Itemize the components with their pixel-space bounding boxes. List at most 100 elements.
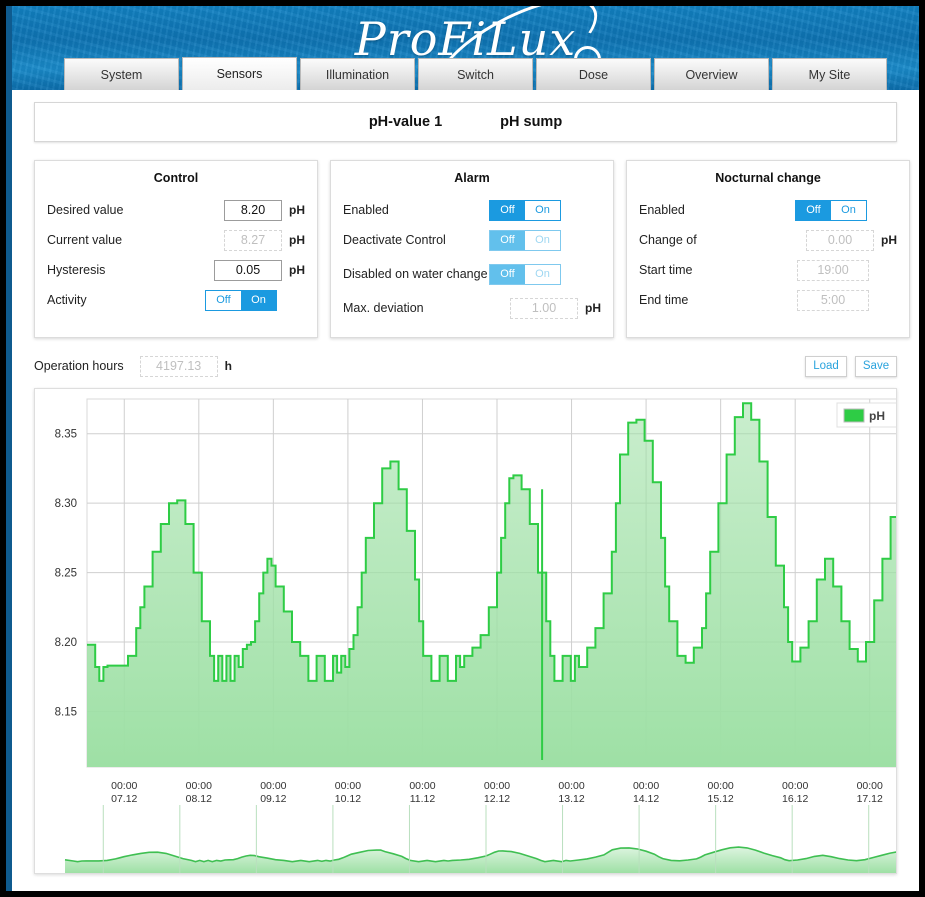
- x-tick-date: 09.12: [260, 793, 286, 805]
- alarm-enabled-toggle[interactable]: Off On: [489, 199, 561, 221]
- start-time-label: Start time: [639, 262, 693, 277]
- operation-hours-value: 4197.13: [139, 355, 218, 377]
- tab-label: System: [100, 67, 143, 82]
- current-value-unit: pH: [289, 233, 305, 247]
- x-tick-time: 00:00: [409, 780, 435, 792]
- row-deactivate-control: Deactivate Control Off On: [343, 225, 601, 255]
- water-change-toggle[interactable]: Off On: [489, 263, 561, 285]
- deactivate-control-on-option[interactable]: On: [525, 230, 560, 250]
- row-max-deviation: Max. deviation 1.00 pH: [343, 293, 601, 323]
- water-change-label: Disabled on water change: [343, 266, 488, 281]
- tab-system[interactable]: System: [64, 58, 179, 90]
- x-tick-time: 00:00: [111, 780, 137, 792]
- page-content: pH-value 1 pH sump Control Desired value…: [12, 102, 919, 891]
- x-tick-time: 00:00: [484, 780, 510, 792]
- nocturnal-enabled-off-option[interactable]: Off: [796, 200, 831, 220]
- sensor-name: pH-value 1: [368, 114, 443, 130]
- x-tick-time: 00:00: [782, 780, 808, 792]
- desired-value-label: Desired value: [47, 202, 124, 217]
- row-nocturnal-enabled: Enabled Off On: [639, 195, 897, 225]
- chart-navigator: [64, 805, 896, 873]
- max-deviation-label: Max. deviation: [343, 300, 424, 315]
- x-tick-time: 00:00: [633, 780, 659, 792]
- deactivate-control-label: Deactivate Control: [343, 232, 446, 247]
- nocturnal-enabled-toggle[interactable]: Off On: [795, 199, 867, 221]
- x-tick-time: 00:00: [558, 780, 584, 792]
- x-tick-time: 00:00: [260, 780, 286, 792]
- app-window: ProFiLux System Sensors Illumination Swi…: [6, 6, 919, 891]
- y-tick-label: 8.35: [55, 429, 77, 441]
- settings-panels: Control Desired value 8.20 pH Current va…: [26, 160, 910, 338]
- tab-my-site[interactable]: My Site: [772, 58, 887, 90]
- tab-label: Illumination: [325, 67, 390, 82]
- drop-fill: [542, 760, 551, 767]
- tab-label: Dose: [578, 67, 609, 82]
- activity-label: Activity: [47, 292, 87, 307]
- load-button[interactable]: Load: [805, 355, 847, 377]
- row-end-time: End time 5:00: [639, 285, 897, 315]
- tab-sensors[interactable]: Sensors: [182, 57, 297, 90]
- row-desired-value: Desired value 8.20 pH: [47, 195, 305, 225]
- hysteresis-label: Hysteresis: [47, 262, 106, 277]
- legend-label: pH: [869, 409, 885, 423]
- x-tick-date: 10.12: [335, 793, 361, 805]
- alarm-enabled-on-option[interactable]: On: [525, 200, 560, 220]
- start-time-input: 19:00: [797, 259, 869, 281]
- page-title: pH-value 1 pH sump: [34, 102, 897, 142]
- water-change-on-option[interactable]: On: [525, 264, 560, 284]
- x-tick-date: 17.12: [857, 793, 883, 805]
- nocturnal-enabled-on-option[interactable]: On: [831, 200, 866, 220]
- panel-alarm-title: Alarm: [454, 171, 490, 185]
- x-tick-time: 00:00: [707, 780, 733, 792]
- panel-nocturnal-title: Nocturnal change: [715, 171, 821, 185]
- change-of-unit: pH: [881, 233, 897, 247]
- x-tick-date: 15.12: [707, 793, 733, 805]
- tab-illumination[interactable]: Illumination: [300, 58, 415, 90]
- panel-control: Control Desired value 8.20 pH Current va…: [34, 160, 318, 338]
- change-of-label: Change of: [639, 232, 697, 247]
- activity-on-option[interactable]: On: [241, 290, 276, 310]
- x-tick-date: 07.12: [111, 793, 137, 805]
- row-water-change: Disabled on water change Off On: [343, 255, 601, 293]
- x-tick-time: 00:00: [335, 780, 361, 792]
- x-tick-date: 12.12: [484, 793, 510, 805]
- activity-toggle[interactable]: Off On: [205, 289, 277, 311]
- ph-chart-svg: 8.158.208.258.308.3500:0007.1200:0008.12…: [55, 398, 896, 873]
- sensor-location: pH sump: [500, 114, 563, 130]
- row-current-value: Current value 8.27 pH: [47, 225, 305, 255]
- desired-value-input[interactable]: 8.20: [224, 199, 282, 221]
- max-deviation-unit: pH: [585, 301, 601, 315]
- row-alarm-enabled: Enabled Off On: [343, 195, 601, 225]
- current-value-label: Current value: [47, 232, 123, 247]
- y-tick-label: 8.30: [55, 498, 77, 510]
- deactivate-control-off-option[interactable]: Off: [490, 230, 525, 250]
- desired-value-unit: pH: [289, 203, 305, 217]
- y-tick-label: 8.25: [55, 568, 77, 580]
- operation-hours-label: Operation hours: [34, 359, 124, 373]
- x-tick-date: 13.12: [558, 793, 584, 805]
- alarm-enabled-off-option[interactable]: Off: [490, 200, 525, 220]
- hysteresis-input[interactable]: 0.05: [214, 259, 282, 281]
- max-deviation-input: 1.00: [510, 297, 578, 319]
- end-time-label: End time: [639, 292, 689, 307]
- x-tick-date: 11.12: [410, 793, 436, 805]
- tab-label: Overview: [685, 67, 738, 82]
- tab-dose[interactable]: Dose: [536, 58, 651, 90]
- water-change-off-option[interactable]: Off: [490, 264, 525, 284]
- activity-off-option[interactable]: Off: [206, 290, 241, 310]
- main-tabs: System Sensors Illumination Switch Dose …: [12, 57, 919, 90]
- chart-legend: pH: [836, 402, 896, 428]
- x-tick-time: 00:00: [857, 780, 883, 792]
- tab-label: Switch: [457, 67, 494, 82]
- tab-overview[interactable]: Overview: [654, 58, 769, 90]
- operation-hours-row: Operation hours 4197.13 h Load Save: [34, 354, 897, 378]
- deactivate-control-toggle[interactable]: Off On: [489, 229, 561, 251]
- save-button[interactable]: Save: [855, 355, 897, 377]
- x-tick-time: 00:00: [186, 780, 212, 792]
- end-time-input: 5:00: [797, 289, 869, 311]
- change-of-input: 0.00: [806, 229, 874, 251]
- tab-label: My Site: [808, 67, 851, 82]
- ph-chart[interactable]: 8.15 8.20 8.25 8.30 8.35 00:00 07.12 00:00 08.12…: [34, 388, 897, 874]
- tab-switch[interactable]: Switch: [418, 58, 533, 90]
- row-change-of: Change of 0.00 pH: [639, 225, 897, 255]
